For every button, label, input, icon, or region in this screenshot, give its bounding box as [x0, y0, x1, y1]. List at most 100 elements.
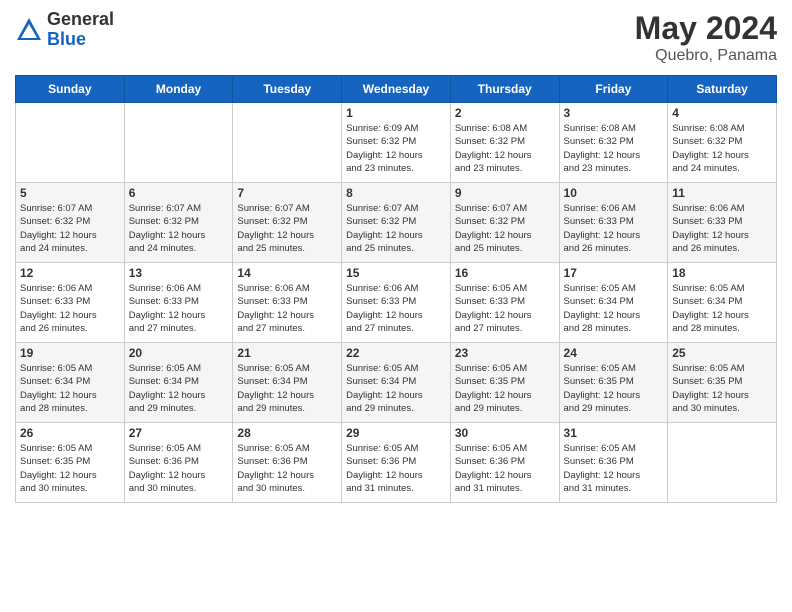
- title-block: May 2024 Quebro, Panama: [635, 10, 777, 65]
- day-info: Sunrise: 6:05 AM Sunset: 6:35 PM Dayligh…: [564, 362, 664, 415]
- day-number: 17: [564, 266, 664, 280]
- day-info: Sunrise: 6:06 AM Sunset: 6:33 PM Dayligh…: [346, 282, 446, 335]
- day-number: 3: [564, 106, 664, 120]
- day-header-tuesday: Tuesday: [233, 76, 342, 103]
- calendar-cell: 21 Sunrise: 6:05 AM Sunset: 6:34 PM Dayli…: [233, 343, 342, 423]
- day-info: Sunrise: 6:05 AM Sunset: 6:36 PM Dayligh…: [129, 442, 229, 495]
- calendar-cell: 23 Sunrise: 6:05 AM Sunset: 6:35 PM Dayli…: [450, 343, 559, 423]
- day-info: Sunrise: 6:05 AM Sunset: 6:33 PM Dayligh…: [455, 282, 555, 335]
- day-number: 25: [672, 346, 772, 360]
- calendar-cell: 6Sunrise: 6:07 AM Sunset: 6:32 PM Daylig…: [124, 183, 233, 263]
- calendar-cell: 14 Sunrise: 6:06 AM Sunset: 6:33 PM Dayli…: [233, 263, 342, 343]
- day-info: Sunrise: 6:07 AM Sunset: 6:32 PM Dayligh…: [20, 202, 120, 255]
- day-number: 24: [564, 346, 664, 360]
- day-number: 2: [455, 106, 555, 120]
- calendar-cell: 12Sunrise: 6:06 AM Sunset: 6:33 PM Dayli…: [16, 263, 125, 343]
- calendar-cell: 3 Sunrise: 6:08 AM Sunset: 6:32 PM Daylig…: [559, 103, 668, 183]
- day-info: Sunrise: 6:06 AM Sunset: 6:33 PM Dayligh…: [672, 202, 772, 255]
- day-number: 20: [129, 346, 229, 360]
- day-info: Sunrise: 6:08 AM Sunset: 6:32 PM Dayligh…: [455, 122, 555, 175]
- day-number: 21: [237, 346, 337, 360]
- calendar-cell: 27 Sunrise: 6:05 AM Sunset: 6:36 PM Dayli…: [124, 423, 233, 503]
- page: General Blue May 2024 Quebro, Panama Sun…: [0, 0, 792, 612]
- day-number: 27: [129, 426, 229, 440]
- calendar-cell: 18 Sunrise: 6:05 AM Sunset: 6:34 PM Dayli…: [668, 263, 777, 343]
- day-info: Sunrise: 6:06 AM Sunset: 6:33 PM Dayligh…: [237, 282, 337, 335]
- day-info: Sunrise: 6:05 AM Sunset: 6:34 PM Dayligh…: [237, 362, 337, 415]
- day-number: 26: [20, 426, 120, 440]
- day-info: Sunrise: 6:05 AM Sunset: 6:35 PM Dayligh…: [672, 362, 772, 415]
- calendar-cell: 29 Sunrise: 6:05 AM Sunset: 6:36 PM Dayli…: [342, 423, 451, 503]
- calendar-cell: [124, 103, 233, 183]
- day-info: Sunrise: 6:07 AM Sunset: 6:32 PM Dayligh…: [237, 202, 337, 255]
- day-number: 8: [346, 186, 446, 200]
- calendar-cell: 26 Sunrise: 6:05 AM Sunset: 6:35 PM Dayli…: [16, 423, 125, 503]
- day-number: 30: [455, 426, 555, 440]
- day-number: 15: [346, 266, 446, 280]
- day-header-thursday: Thursday: [450, 76, 559, 103]
- calendar-cell: 7 Sunrise: 6:07 AM Sunset: 6:32 PM Daylig…: [233, 183, 342, 263]
- day-info: Sunrise: 6:07 AM Sunset: 6:32 PM Dayligh…: [455, 202, 555, 255]
- calendar-cell: 20Sunrise: 6:05 AM Sunset: 6:34 PM Dayli…: [124, 343, 233, 423]
- day-header-saturday: Saturday: [668, 76, 777, 103]
- month-year: May 2024: [635, 10, 777, 47]
- day-header-wednesday: Wednesday: [342, 76, 451, 103]
- day-number: 19: [20, 346, 120, 360]
- calendar-week-row: 19 Sunrise: 6:05 AM Sunset: 6:34 PM Dayli…: [16, 343, 777, 423]
- day-number: 14: [237, 266, 337, 280]
- calendar-cell: 17 Sunrise: 6:05 AM Sunset: 6:34 PM Dayli…: [559, 263, 668, 343]
- day-number: 23: [455, 346, 555, 360]
- day-number: 7: [237, 186, 337, 200]
- day-number: 5: [20, 186, 120, 200]
- day-number: 9: [455, 186, 555, 200]
- day-number: 29: [346, 426, 446, 440]
- day-info: Sunrise: 6:07 AM Sunset: 6:32 PM Dayligh…: [346, 202, 446, 255]
- logo-general: General: [47, 10, 114, 30]
- day-number: 18: [672, 266, 772, 280]
- day-info: Sunrise: 6:06 AM Sunset: 6:33 PM Dayligh…: [564, 202, 664, 255]
- day-info: Sunrise: 6:05 AM Sunset: 6:34 PM Dayligh…: [564, 282, 664, 335]
- logo-icon: [15, 16, 43, 44]
- day-info: Sunrise: 6:05 AM Sunset: 6:36 PM Dayligh…: [455, 442, 555, 495]
- calendar-cell: 13Sunrise: 6:06 AM Sunset: 6:33 PM Dayli…: [124, 263, 233, 343]
- day-number: 4: [672, 106, 772, 120]
- day-number: 11: [672, 186, 772, 200]
- calendar-cell: [16, 103, 125, 183]
- calendar-cell: 28Sunrise: 6:05 AM Sunset: 6:36 PM Dayli…: [233, 423, 342, 503]
- calendar-cell: 11 Sunrise: 6:06 AM Sunset: 6:33 PM Dayli…: [668, 183, 777, 263]
- calendar-cell: 25 Sunrise: 6:05 AM Sunset: 6:35 PM Dayli…: [668, 343, 777, 423]
- day-info: Sunrise: 6:09 AM Sunset: 6:32 PM Dayligh…: [346, 122, 446, 175]
- day-number: 31: [564, 426, 664, 440]
- day-info: Sunrise: 6:05 AM Sunset: 6:36 PM Dayligh…: [346, 442, 446, 495]
- calendar-header-row: SundayMondayTuesdayWednesdayThursdayFrid…: [16, 76, 777, 103]
- day-info: Sunrise: 6:08 AM Sunset: 6:32 PM Dayligh…: [564, 122, 664, 175]
- calendar-cell: 9 Sunrise: 6:07 AM Sunset: 6:32 PM Daylig…: [450, 183, 559, 263]
- day-info: Sunrise: 6:05 AM Sunset: 6:35 PM Dayligh…: [455, 362, 555, 415]
- calendar-cell: 16Sunrise: 6:05 AM Sunset: 6:33 PM Dayli…: [450, 263, 559, 343]
- logo-blue: Blue: [47, 30, 114, 50]
- day-info: Sunrise: 6:05 AM Sunset: 6:34 PM Dayligh…: [672, 282, 772, 335]
- calendar-cell: 2 Sunrise: 6:08 AM Sunset: 6:32 PM Daylig…: [450, 103, 559, 183]
- day-info: Sunrise: 6:07 AM Sunset: 6:32 PM Dayligh…: [129, 202, 229, 255]
- calendar-cell: 15 Sunrise: 6:06 AM Sunset: 6:33 PM Dayli…: [342, 263, 451, 343]
- location: Quebro, Panama: [635, 47, 777, 65]
- calendar-cell: 31Sunrise: 6:05 AM Sunset: 6:36 PM Dayli…: [559, 423, 668, 503]
- calendar-cell: [668, 423, 777, 503]
- day-info: Sunrise: 6:05 AM Sunset: 6:35 PM Dayligh…: [20, 442, 120, 495]
- day-number: 13: [129, 266, 229, 280]
- calendar-cell: [233, 103, 342, 183]
- calendar-cell: 30 Sunrise: 6:05 AM Sunset: 6:36 PM Dayli…: [450, 423, 559, 503]
- calendar-cell: 19Sunrise: 6:05 AM Sunset: 6:34 PM Dayli…: [16, 343, 125, 423]
- day-header-sunday: Sunday: [16, 76, 125, 103]
- logo-text: General Blue: [47, 10, 114, 50]
- day-number: 12: [20, 266, 120, 280]
- day-number: 10: [564, 186, 664, 200]
- calendar: SundayMondayTuesdayWednesdayThursdayFrid…: [15, 75, 777, 503]
- calendar-cell: 22 Sunrise: 6:05 AM Sunset: 6:34 PM Dayli…: [342, 343, 451, 423]
- calendar-week-row: 12 Sunrise: 6:06 AM Sunset: 6:33 PM Dayli…: [16, 263, 777, 343]
- day-info: Sunrise: 6:05 AM Sunset: 6:34 PM Dayligh…: [346, 362, 446, 415]
- calendar-week-row: 5 Sunrise: 6:07 AM Sunset: 6:32 PM Daylig…: [16, 183, 777, 263]
- day-header-friday: Friday: [559, 76, 668, 103]
- day-number: 22: [346, 346, 446, 360]
- calendar-cell: 24 Sunrise: 6:05 AM Sunset: 6:35 PM Dayli…: [559, 343, 668, 423]
